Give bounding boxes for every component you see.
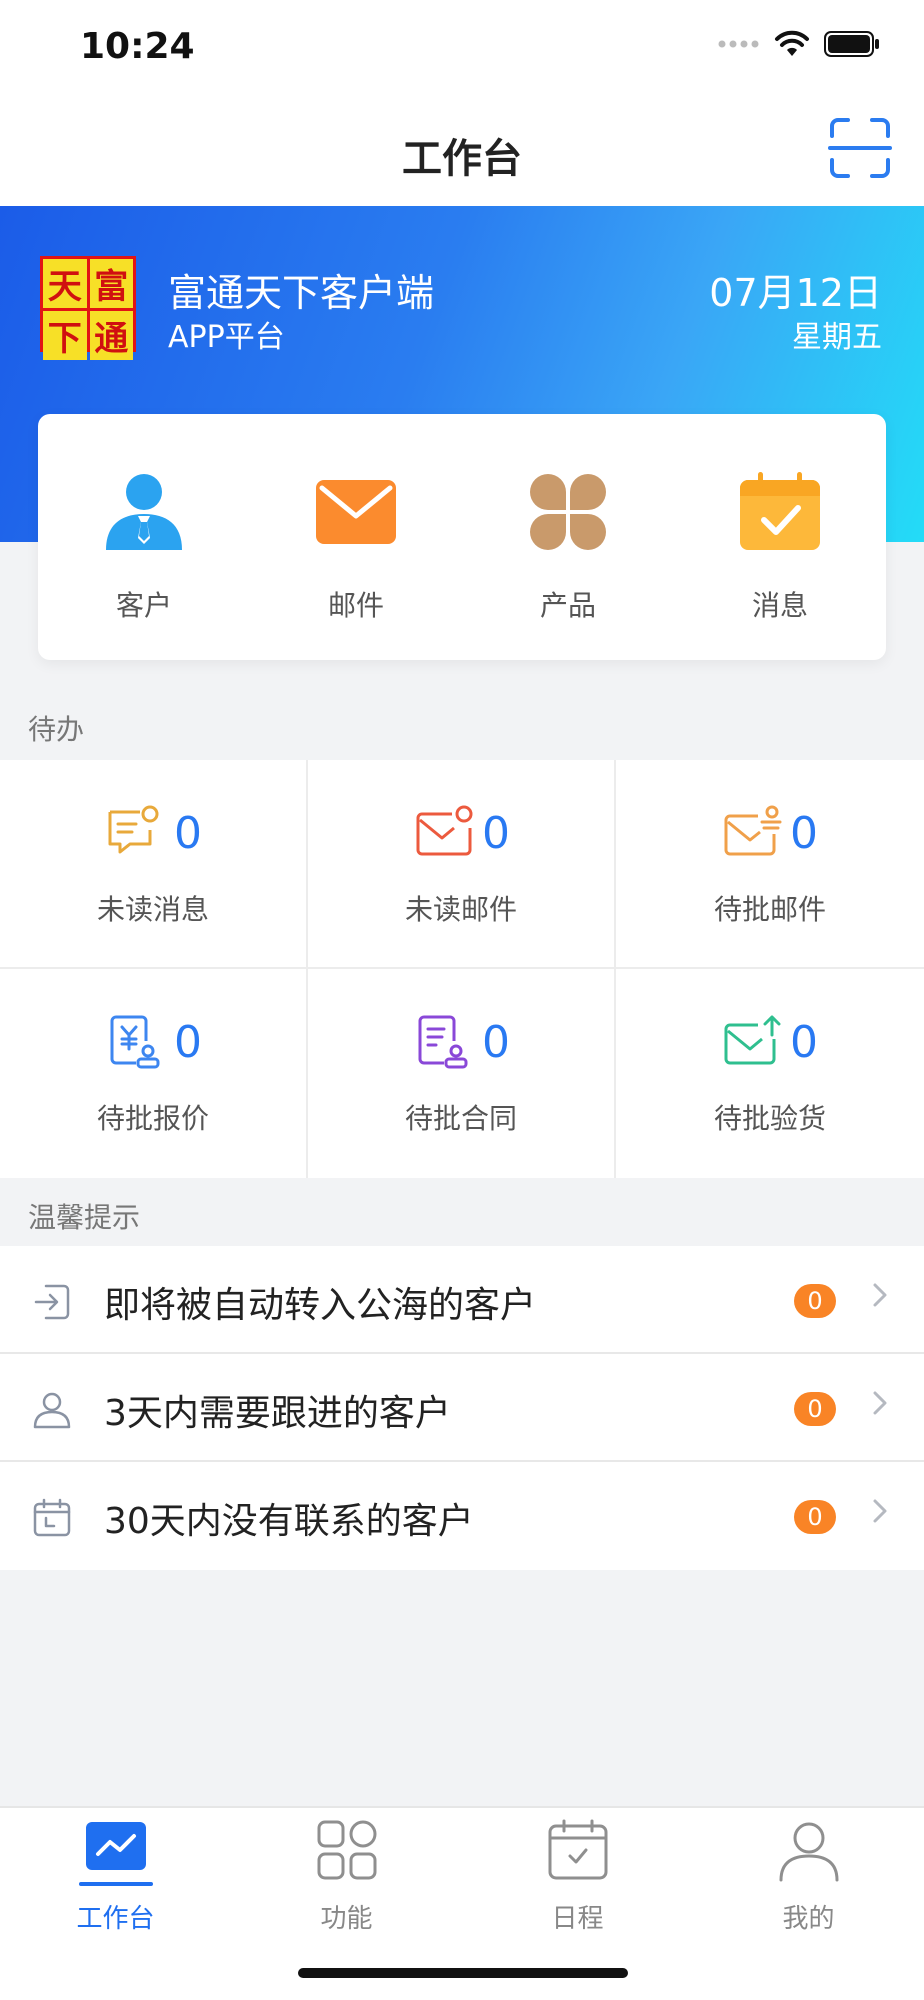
tab-label: 我的 [782, 1904, 835, 1934]
pending-mail-icon [724, 805, 782, 856]
todo-label: 未读邮件 [404, 893, 517, 926]
todo-pending-mail[interactable]: 0 待批邮件 [616, 760, 924, 969]
profile-icon [779, 1822, 838, 1882]
count-badge: 0 [794, 1392, 836, 1426]
quick-action-label: 客户 [115, 589, 172, 622]
list-item[interactable]: 3天内需要跟进的客户 0 [0, 1354, 924, 1462]
current-date: 07月12日 [709, 271, 882, 315]
wifi-icon [775, 30, 809, 56]
current-weekday: 星期五 [792, 320, 882, 355]
status-bar: 10:24 [0, 0, 924, 100]
nav-bar: 工作台 [0, 100, 924, 206]
pending-inspection-icon [724, 1015, 781, 1065]
todo-unread-mail[interactable]: 0 未读邮件 [308, 760, 616, 969]
grid-icon [317, 1820, 376, 1880]
chevron-right-icon [873, 1499, 887, 1523]
tips-section-title: 温馨提示 [28, 1201, 141, 1234]
logo-char: 通 [89, 311, 133, 360]
chevron-right-icon [873, 1391, 887, 1415]
workbench-icon [85, 1822, 146, 1870]
todo-grid: 0 未读消息 0 未读邮件 0 待批邮件 0 待批报价 0 待批合同 0 待批验… [0, 760, 924, 1178]
quick-action-label: 邮件 [327, 589, 384, 622]
todo-count: 0 [174, 808, 202, 859]
tab-label: 工作台 [76, 1904, 155, 1934]
tab-label: 功能 [320, 1904, 373, 1934]
todo-section-title: 待办 [28, 713, 85, 746]
product-icon [530, 474, 606, 550]
logo-char: 下 [43, 311, 87, 360]
todo-count: 0 [482, 1017, 510, 1068]
tips-list: 即将被自动转入公海的客户 0 3天内需要跟进的客户 0 30天内没有联系的客户 … [0, 1246, 924, 1570]
todo-label: 待批报价 [96, 1102, 209, 1135]
customer-icon [106, 474, 182, 550]
scan-icon[interactable] [828, 116, 892, 180]
quick-action-label: 产品 [539, 589, 596, 622]
company-name: 富通天下客户端 [168, 271, 435, 315]
company-subtitle: APP平台 [168, 320, 285, 355]
battery-icon [824, 31, 879, 57]
pending-contract-icon [418, 1015, 468, 1069]
todo-label: 待批验货 [713, 1102, 826, 1135]
message-icon [740, 472, 820, 550]
count-badge: 0 [794, 1284, 836, 1318]
calendar-icon [33, 1498, 71, 1537]
todo-pending-quote[interactable]: 0 待批报价 [0, 969, 308, 1178]
status-icons [718, 30, 880, 58]
page-title: 工作台 [402, 136, 522, 182]
list-item[interactable]: 30天内没有联系的客户 0 [0, 1462, 924, 1570]
quick-action-customer[interactable]: 客户 [38, 414, 250, 660]
todo-label: 待批邮件 [713, 893, 826, 926]
active-tab-indicator [78, 1882, 153, 1886]
quick-actions-card: 客户 邮件 产品 消息 [38, 414, 886, 660]
list-item[interactable]: 即将被自动转入公海的客户 0 [0, 1246, 924, 1354]
transfer-icon [34, 1284, 70, 1320]
tab-profile[interactable]: 我的 [693, 1808, 924, 2000]
home-indicator[interactable] [298, 1968, 628, 1978]
unread-mail-icon [416, 805, 473, 856]
todo-pending-inspection[interactable]: 0 待批验货 [616, 969, 924, 1178]
tip-text: 3天内需要跟进的客户 [104, 1393, 451, 1434]
company-logo: 天 富 下 通 [40, 256, 136, 360]
todo-count: 0 [790, 1017, 818, 1068]
quick-action-message[interactable]: 消息 [674, 414, 886, 660]
person-icon [33, 1392, 71, 1429]
todo-label: 待批合同 [404, 1102, 517, 1135]
todo-count: 0 [482, 808, 510, 859]
pending-quote-icon [110, 1015, 160, 1069]
quick-action-label: 消息 [751, 589, 808, 622]
chevron-right-icon [873, 1283, 887, 1307]
unread-message-icon [108, 805, 159, 854]
mail-icon [316, 480, 396, 544]
schedule-icon [548, 1819, 607, 1880]
tip-text: 即将被自动转入公海的客户 [104, 1285, 537, 1326]
quick-action-product[interactable]: 产品 [462, 414, 674, 660]
tab-workbench[interactable]: 工作台 [0, 1808, 231, 2000]
todo-label: 未读消息 [96, 893, 209, 926]
signal-icon [718, 40, 759, 48]
logo-char: 天 [43, 259, 87, 308]
status-time: 10:24 [80, 26, 195, 67]
todo-count: 0 [174, 1017, 202, 1068]
todo-count: 0 [790, 808, 818, 859]
tab-label: 日程 [551, 1904, 604, 1934]
quick-action-mail[interactable]: 邮件 [250, 414, 462, 660]
tip-text: 30天内没有联系的客户 [104, 1501, 474, 1542]
count-badge: 0 [794, 1500, 836, 1534]
logo-char: 富 [89, 259, 133, 308]
todo-pending-contract[interactable]: 0 待批合同 [308, 969, 616, 1178]
todo-unread-message[interactable]: 0 未读消息 [0, 760, 308, 969]
